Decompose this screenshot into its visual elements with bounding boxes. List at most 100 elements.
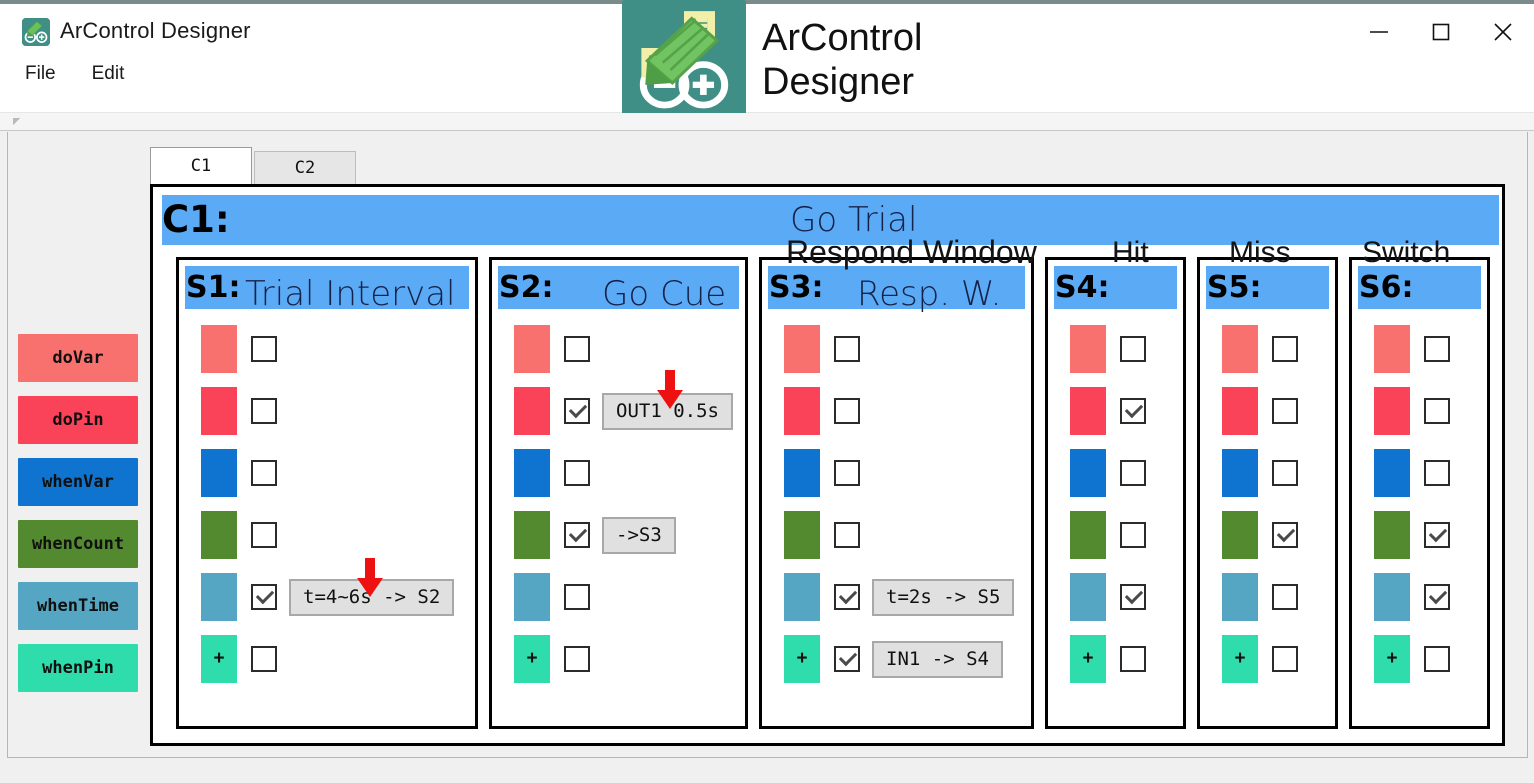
maximize-button[interactable] [1410,0,1472,64]
swatch-whencount[interactable] [514,511,550,559]
checkbox-whentime[interactable] [834,584,860,610]
checkbox-whencount[interactable] [564,522,590,548]
checkbox-dovar[interactable] [1120,336,1146,362]
checkbox-whenvar[interactable] [1424,460,1450,486]
checkbox-dopin[interactable] [564,398,590,424]
swatch-dovar[interactable] [514,325,550,373]
checkbox-whenpin[interactable] [1424,646,1450,672]
swatch-dopin[interactable] [201,387,237,435]
action-button-whencount[interactable]: ->S3 [602,516,676,554]
swatch-dovar[interactable] [201,325,237,373]
checkbox-whencount[interactable] [251,522,277,548]
checkbox-dovar[interactable] [1424,336,1450,362]
checkbox-dovar[interactable] [1272,336,1298,362]
action-button-dopin[interactable]: OUT1 0.5s [602,392,733,430]
swatch-whencount[interactable] [1222,511,1258,559]
state-id-label: S3: [769,270,824,305]
swatch-whencount[interactable] [784,511,820,559]
app-window: ArControl Designer File Edit ArControl D… [0,0,1534,783]
checkbox-whenpin[interactable] [564,646,590,672]
swatch-dovar[interactable] [784,325,820,373]
checkbox-whenpin[interactable] [1120,646,1146,672]
state-row [1352,504,1487,566]
swatch-whenvar[interactable] [1374,449,1410,497]
swatch-whenpin[interactable]: + [1070,635,1106,683]
swatch-whenpin[interactable]: + [1374,635,1410,683]
checkbox-whenvar[interactable] [1272,460,1298,486]
swatch-whentime[interactable] [1070,573,1106,621]
swatch-whenpin[interactable]: + [201,635,237,683]
tab-c2[interactable]: C2 [254,151,356,184]
checkbox-whenpin[interactable] [1272,646,1298,672]
swatch-whencount[interactable] [1374,511,1410,559]
toolbar-grip-icon[interactable] [13,118,20,125]
checkbox-whenvar[interactable] [834,460,860,486]
checkbox-whentime[interactable] [1424,584,1450,610]
swatch-whenvar[interactable] [201,449,237,497]
swatch-whenvar[interactable] [1070,449,1106,497]
swatch-whenvar[interactable] [784,449,820,497]
checkbox-dopin[interactable] [834,398,860,424]
state-row [1048,504,1183,566]
state-row [762,504,1031,566]
palette-item-whenvar[interactable]: whenVar [18,458,138,506]
swatch-whentime[interactable] [201,573,237,621]
checkbox-whentime[interactable] [564,584,590,610]
swatch-dopin[interactable] [1070,387,1106,435]
swatch-dopin[interactable] [1374,387,1410,435]
checkbox-whenvar[interactable] [1120,460,1146,486]
swatch-dovar[interactable] [1222,325,1258,373]
palette-item-whenpin[interactable]: whenPin [18,644,138,692]
swatch-whentime[interactable] [1374,573,1410,621]
checkbox-whentime[interactable] [1272,584,1298,610]
plus-icon: + [1234,648,1246,669]
swatch-dovar[interactable] [1374,325,1410,373]
action-button-whentime[interactable]: t=2s -> S5 [872,578,1015,616]
checkbox-whenvar[interactable] [564,460,590,486]
checkbox-dovar[interactable] [834,336,860,362]
window-top-edge [0,0,1534,4]
checkbox-whentime[interactable] [251,584,277,610]
swatch-whenvar[interactable] [1222,449,1258,497]
swatch-dopin[interactable] [784,387,820,435]
checkbox-dopin[interactable] [1120,398,1146,424]
swatch-whentime[interactable] [514,573,550,621]
checkbox-dovar[interactable] [251,336,277,362]
swatch-whencount[interactable] [1070,511,1106,559]
close-button[interactable] [1472,0,1534,64]
checkbox-whencount[interactable] [1272,522,1298,548]
checkbox-whencount[interactable] [834,522,860,548]
menu-item-edit[interactable]: Edit [89,62,128,86]
action-button-whenpin[interactable]: IN1 -> S4 [872,640,1003,678]
swatch-whentime[interactable] [784,573,820,621]
swatch-whentime[interactable] [1222,573,1258,621]
swatch-whenvar[interactable] [514,449,550,497]
checkbox-whenpin[interactable] [251,646,277,672]
minimize-button[interactable] [1348,0,1410,64]
swatch-whenpin[interactable]: + [1222,635,1258,683]
palette-item-dovar[interactable]: doVar [18,334,138,382]
checkbox-whentime[interactable] [1120,584,1146,610]
swatch-whencount[interactable] [201,511,237,559]
checkbox-whenvar[interactable] [251,460,277,486]
checkbox-dopin[interactable] [1424,398,1450,424]
palette-item-whencount[interactable]: whenCount [18,520,138,568]
checkbox-dopin[interactable] [1272,398,1298,424]
checkbox-dopin[interactable] [251,398,277,424]
action-button-whentime[interactable]: t=4~6s -> S2 [289,578,455,616]
swatch-dopin[interactable] [1222,387,1258,435]
swatch-dopin[interactable] [514,387,550,435]
palette-item-dopin[interactable]: doPin [18,396,138,444]
tab-c1[interactable]: C1 [150,147,252,184]
menu-item-file[interactable]: File [22,62,59,86]
palette-item-whentime[interactable]: whenTime [18,582,138,630]
checkbox-whencount[interactable] [1120,522,1146,548]
state-box-s6: S6: + [1349,257,1490,729]
swatch-whenpin[interactable]: + [514,635,550,683]
swatch-whenpin[interactable]: + [784,635,820,683]
checkbox-whencount[interactable] [1424,522,1450,548]
swatch-dovar[interactable] [1070,325,1106,373]
palette-item-label: whenPin [42,658,114,678]
checkbox-dovar[interactable] [564,336,590,362]
checkbox-whenpin[interactable] [834,646,860,672]
